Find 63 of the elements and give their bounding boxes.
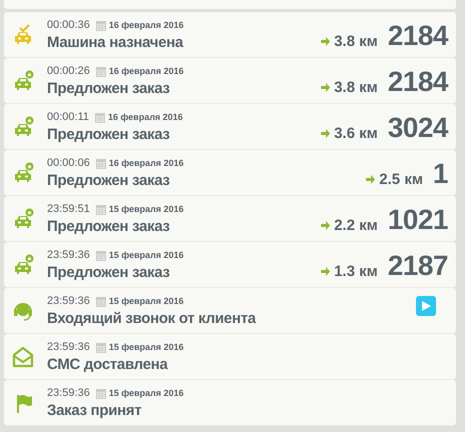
calendar-icon	[95, 112, 106, 122]
event-date: 15 февраля 2016	[108, 250, 184, 260]
order-number: 2187	[388, 251, 448, 281]
event-date: 15 февраля 2016	[108, 296, 184, 306]
calendar-icon	[96, 342, 106, 352]
calendar-icon	[96, 158, 106, 168]
arrow-icon	[366, 175, 376, 184]
arrow-icon	[321, 83, 330, 92]
distance: 3.8 км	[334, 79, 378, 96]
event-title: Предложен заказ	[47, 262, 171, 282]
order-number: 2184	[388, 67, 448, 97]
event-time: 23:59:36	[47, 295, 90, 307]
envelope-icon	[12, 346, 34, 368]
car-star-icon	[12, 208, 34, 230]
event-title: Заказ принят	[47, 400, 142, 420]
event-date: 15 февраля 2016	[108, 388, 184, 398]
order-number: 1	[432, 159, 448, 189]
calendar-icon	[96, 20, 106, 30]
event-time: 00:00:36	[47, 19, 90, 31]
event-title: Машина назначена	[47, 32, 184, 52]
calendar-icon	[96, 388, 106, 398]
distance: 3.6 км	[334, 125, 378, 142]
car-star-icon	[12, 70, 34, 92]
event-time: 23:59:36	[47, 341, 90, 353]
taxi-check-icon	[12, 24, 34, 46]
arrow-icon	[321, 267, 330, 276]
play-button[interactable]	[416, 296, 436, 316]
arrow-icon	[321, 129, 330, 138]
play-icon	[421, 301, 431, 311]
event-date: 16 февраля 2016	[108, 66, 184, 76]
event-time: 00:00:06	[47, 157, 90, 169]
event-time: 23:59:36	[47, 249, 90, 261]
distance: 2.5 км	[379, 171, 423, 188]
car-star-icon	[12, 116, 34, 138]
event-title: Предложен заказ	[47, 170, 171, 190]
event-title: Входящий звонок от клиента	[47, 308, 257, 328]
car-star-icon	[12, 162, 34, 184]
arrow-icon	[321, 37, 330, 46]
car-star-icon	[12, 254, 34, 276]
event-date: 16 февраля 2016	[108, 112, 183, 122]
event-title: Предложен заказ	[47, 78, 171, 98]
distance: 1.3 км	[334, 263, 378, 280]
event-title: СМС доставлена	[47, 354, 169, 374]
event-time: 00:00:26	[47, 65, 90, 77]
distance: 2.2 км	[334, 217, 378, 234]
event-title: Предложен заказ	[47, 124, 171, 144]
distance: 3.8 км	[334, 33, 378, 50]
calendar-icon	[96, 204, 106, 214]
calendar-icon	[96, 296, 106, 306]
order-number: 1021	[388, 205, 448, 235]
event-date: 15 февраля 2016	[108, 204, 184, 214]
event-date: 16 февраля 2016	[108, 20, 184, 30]
event-date: 16 февраля 2016	[108, 158, 184, 168]
calendar-icon	[96, 66, 106, 76]
calendar-icon	[96, 250, 106, 260]
arrow-icon	[321, 221, 330, 230]
order-number: 2184	[388, 21, 448, 51]
event-time: 23:59:51	[47, 203, 90, 215]
event-title: Предложен заказ	[47, 216, 171, 236]
event-date: 15 февраля 2016	[108, 342, 184, 352]
order-number: 3024	[388, 113, 448, 143]
event-time: 00:00:11	[47, 111, 90, 123]
event-time: 23:59:36	[47, 387, 90, 399]
